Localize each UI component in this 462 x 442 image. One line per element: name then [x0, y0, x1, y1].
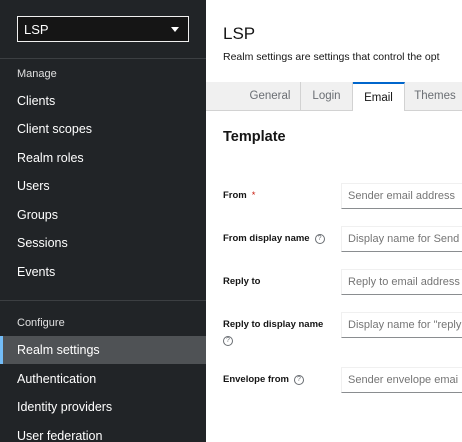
tab-email[interactable]: Email	[353, 82, 405, 111]
page-title: LSP	[223, 24, 256, 43]
configure-section-title: Configure	[17, 317, 65, 329]
sidebar-item-groups[interactable]: Groups	[0, 201, 206, 229]
reply-to-label-text: Reply to	[223, 276, 261, 287]
required-indicator: *	[251, 190, 256, 201]
sidebar-item-identity-providers[interactable]: Identity providers	[0, 393, 206, 421]
from-display-name-label-text: From display name	[223, 233, 310, 244]
from-label-text: From	[223, 190, 247, 201]
from-display-name-label: From display name ?	[223, 233, 325, 244]
envelope-from-label-text: Envelope from	[223, 374, 289, 385]
sidebar-item-authentication[interactable]: Authentication	[0, 365, 206, 393]
sidebar-item-realm-settings[interactable]: Realm settings	[0, 336, 206, 364]
envelope-from-input[interactable]	[341, 367, 462, 393]
sidebar-item-client-scopes[interactable]: Client scopes	[0, 115, 206, 143]
template-heading: Template	[223, 129, 286, 145]
page-description: Realm settings are settings that control…	[223, 51, 440, 63]
reply-to-label: Reply to	[223, 276, 260, 287]
tab-themes[interactable]: Themes	[405, 82, 462, 110]
manage-section-title: Manage	[17, 68, 57, 80]
tab-login[interactable]: Login	[301, 82, 353, 110]
main-content: LSP Realm settings are settings that con…	[206, 0, 462, 442]
sidebar-item-events[interactable]: Events	[0, 258, 206, 286]
sidebar-item-clients[interactable]: Clients	[0, 87, 206, 115]
divider	[0, 58, 206, 59]
reply-to-input[interactable]	[341, 269, 462, 295]
sidebar-item-users[interactable]: Users	[0, 172, 206, 200]
sidebar-item-realm-roles[interactable]: Realm roles	[0, 144, 206, 172]
sidebar-item-sessions[interactable]: Sessions	[0, 229, 206, 257]
divider	[0, 300, 206, 301]
from-input[interactable]	[341, 183, 462, 209]
reply-to-display-name-label: Reply to display name	[223, 319, 323, 330]
sidebar-item-user-federation[interactable]: User federation	[0, 422, 206, 442]
help-circle-icon[interactable]: ?	[314, 233, 325, 244]
realm-selector[interactable]: LSP	[17, 16, 189, 42]
caret-down-icon	[171, 26, 179, 32]
from-label: From *	[223, 190, 255, 201]
realm-selector-label: LSP	[24, 21, 49, 37]
from-display-name-input[interactable]	[341, 226, 462, 252]
envelope-from-label: Envelope from ?	[223, 374, 304, 385]
sidebar: LSP Manage Clients Client scopes Realm r…	[0, 0, 206, 442]
tab-bar: General Login Email Themes	[206, 82, 462, 111]
tab-general[interactable]: General	[240, 82, 301, 110]
reply-to-display-name-label-text: Reply to display name	[223, 319, 324, 330]
help-circle-icon[interactable]: ?	[223, 336, 233, 346]
help-circle-icon[interactable]: ?	[294, 374, 304, 385]
reply-to-display-name-input[interactable]	[341, 312, 462, 338]
